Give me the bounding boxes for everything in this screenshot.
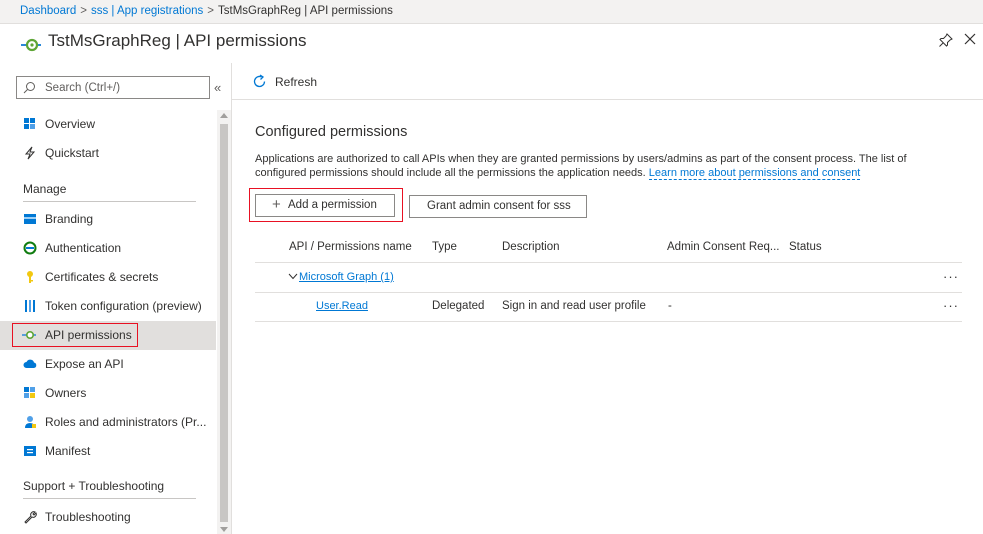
refresh-label: Refresh: [275, 75, 318, 89]
add-permission-button[interactable]: + Add a permission: [255, 194, 395, 217]
permissions-description: Applications are authorized to call APIs…: [255, 152, 945, 180]
sidebar-item-label: Troubleshooting: [45, 510, 131, 524]
overview-grid-icon: [24, 118, 35, 129]
grant-admin-consent-button[interactable]: Grant admin consent for sss: [409, 195, 587, 218]
sidebar-search[interactable]: [16, 76, 210, 99]
section-title: Configured permissions: [255, 124, 408, 140]
main-content: Configured permissions Applications are …: [232, 100, 983, 534]
microsoft-graph-group-link[interactable]: Microsoft Graph (1): [299, 271, 394, 283]
more-options-icon[interactable]: ···: [943, 298, 959, 313]
learn-more-link[interactable]: Learn more about permissions and consent: [648, 167, 861, 180]
column-header-type[interactable]: Type: [432, 241, 457, 253]
branding-icon: [24, 214, 36, 224]
sidebar-item-label: Owners: [45, 386, 87, 400]
permission-description: Sign in and read user profile: [502, 300, 646, 312]
permission-type: Delegated: [432, 300, 485, 312]
table-divider: [255, 321, 962, 322]
table-row: User.Read Delegated Sign in and read use…: [255, 293, 962, 321]
cloud-icon: [23, 359, 37, 368]
breadcrumb-app-registrations[interactable]: sss | App registrations: [91, 5, 203, 17]
close-icon[interactable]: [962, 31, 978, 47]
nav-divider: [23, 201, 196, 202]
sidebar-item-certificates[interactable]: Certificates & secrets: [0, 263, 216, 292]
sidebar-item-manifest[interactable]: Manifest: [0, 437, 216, 466]
scroll-down-arrow-icon[interactable]: [220, 527, 228, 532]
sidebar-item-authentication[interactable]: Authentication: [0, 234, 216, 263]
api-permissions-icon: [21, 38, 41, 52]
breadcrumb-current: TstMsGraphReg | API permissions: [218, 5, 393, 17]
sidebar-item-roles[interactable]: Roles and administrators (Pr...: [0, 408, 216, 437]
breadcrumb-dashboard[interactable]: Dashboard: [20, 5, 76, 17]
pin-icon[interactable]: [938, 32, 954, 48]
sidebar-item-api-permissions[interactable]: API permissions: [0, 321, 216, 350]
scroll-up-arrow-icon[interactable]: [220, 113, 228, 118]
sidebar-item-expose-api[interactable]: Expose an API: [0, 350, 216, 379]
table-group-row: Microsoft Graph (1) ···: [255, 264, 962, 292]
column-header-status[interactable]: Status: [789, 241, 822, 253]
api-permissions-icon: [22, 330, 36, 340]
owners-icon: [24, 387, 35, 398]
permission-name-link[interactable]: User.Read: [316, 300, 368, 312]
table-divider: [255, 262, 962, 263]
command-bar: Refresh: [232, 63, 983, 100]
chevron-down-icon[interactable]: [288, 271, 298, 281]
sidebar-item-label: Certificates & secrets: [45, 270, 159, 284]
breadcrumb-separator: >: [80, 5, 87, 17]
sidebar: « Overview Quickstart Manage Branding Au…: [0, 63, 232, 534]
sidebar-item-label: Token configuration (preview): [45, 299, 202, 313]
nav-section-support: Support + Troubleshooting: [23, 479, 165, 493]
column-header-description[interactable]: Description: [502, 241, 560, 253]
nav-divider: [23, 498, 196, 499]
sidebar-item-token-configuration[interactable]: Token configuration (preview): [0, 292, 216, 321]
grant-admin-consent-label: Grant admin consent for sss: [427, 200, 571, 212]
sidebar-item-branding[interactable]: Branding: [0, 205, 216, 234]
search-input[interactable]: [45, 79, 205, 96]
nav-section-manage: Manage: [23, 182, 67, 196]
sidebar-item-label: API permissions: [45, 328, 132, 342]
breadcrumb-separator: >: [207, 5, 214, 17]
blade-header: TstMsGraphReg | API permissions: [0, 24, 983, 60]
key-icon: [27, 271, 33, 283]
scrollbar-thumb[interactable]: [220, 124, 228, 522]
refresh-icon: [253, 74, 266, 88]
sidebar-item-label: Overview: [45, 117, 96, 131]
column-header-api-name[interactable]: API / Permissions name: [289, 241, 412, 253]
sidebar-item-label: Roles and administrators (Pr...: [45, 415, 207, 429]
token-bars-icon: [25, 300, 35, 312]
manifest-icon: [24, 446, 36, 456]
sidebar-item-overview[interactable]: Overview: [0, 110, 216, 139]
sidebar-item-label: Authentication: [45, 241, 122, 255]
sidebar-item-troubleshooting[interactable]: Troubleshooting: [0, 503, 216, 532]
more-options-icon[interactable]: ···: [943, 269, 959, 284]
sidebar-scrollbar[interactable]: [217, 110, 231, 534]
plus-icon: +: [272, 196, 281, 213]
quickstart-lightning-icon: [24, 146, 36, 160]
authentication-icon: [23, 241, 37, 255]
search-icon: [23, 82, 35, 94]
sidebar-item-label: Expose an API: [45, 357, 124, 371]
sidebar-item-label: Branding: [45, 212, 94, 226]
admin-consent-value: -: [668, 300, 672, 312]
page-title: TstMsGraphReg | API permissions: [48, 31, 307, 50]
column-header-admin-consent[interactable]: Admin Consent Req...: [667, 241, 780, 253]
sidebar-item-label: Quickstart: [45, 146, 100, 160]
roles-icon: [25, 416, 36, 428]
add-permission-label: Add a permission: [288, 199, 377, 211]
wrench-icon: [24, 511, 37, 524]
sidebar-item-quickstart[interactable]: Quickstart: [0, 139, 216, 168]
sidebar-item-label: Manifest: [45, 444, 91, 458]
sidebar-item-owners[interactable]: Owners: [0, 379, 216, 408]
collapse-sidebar-button[interactable]: «: [214, 80, 221, 95]
breadcrumb: Dashboard > sss | App registrations > TstMsG…: [0, 0, 983, 24]
